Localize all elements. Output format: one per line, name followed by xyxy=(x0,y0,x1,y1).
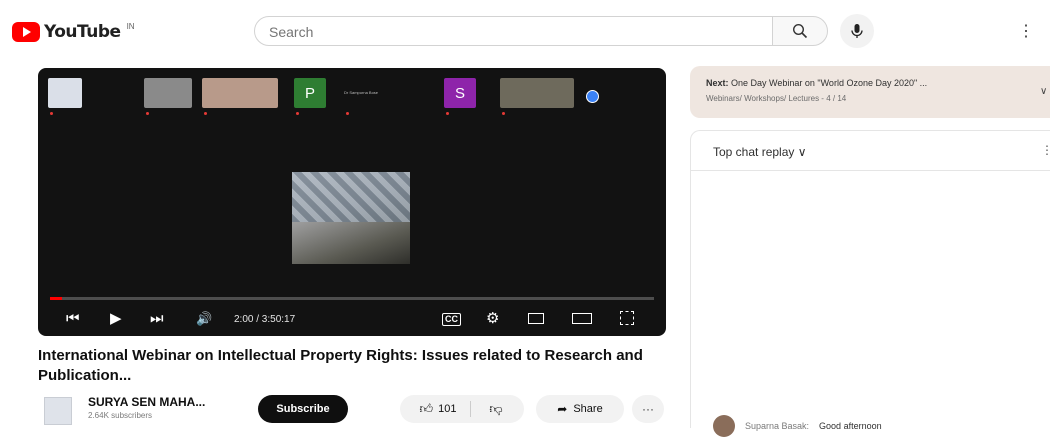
chat-header: Top chat replay ∨ ⋮ xyxy=(691,131,1050,171)
channel-avatar[interactable] xyxy=(44,397,72,425)
participant-tile xyxy=(48,78,82,108)
mic-muted-dot xyxy=(446,112,449,115)
divider xyxy=(470,401,471,417)
top-bar: YouTube IN ⋮ xyxy=(0,0,1050,60)
mic-muted-dot xyxy=(204,112,207,115)
region-code: IN xyxy=(126,21,135,31)
captions-icon[interactable]: CC xyxy=(442,313,461,326)
thumbs-up-icon: 👍︎ xyxy=(419,401,434,416)
more-options-icon[interactable]: ⋮ xyxy=(1016,20,1036,42)
time-display: 2:00 / 3:50:17 xyxy=(234,314,296,325)
progress-fill xyxy=(50,297,63,300)
chat-message: Suparna Basak: Good afternoon xyxy=(713,415,882,437)
chat-mode-dropdown[interactable]: Top chat replay ∨ xyxy=(713,145,807,159)
share-button[interactable]: ➦ Share xyxy=(536,395,624,423)
participant-tile xyxy=(500,78,574,108)
search-input[interactable] xyxy=(267,23,771,41)
chat-text: Good afternoon xyxy=(819,421,882,431)
youtube-logo[interactable]: YouTube IN xyxy=(12,22,135,42)
more-actions-button[interactable]: ··· xyxy=(632,395,664,423)
video-player[interactable]: P Dr Sampurna Bose S ⏮ ▶ ⏭ 🔊 2:00 / 3:50:1… xyxy=(38,68,666,336)
progress-bar[interactable] xyxy=(50,297,654,300)
player-controls: ⏮ ▶ ⏭ 🔊 2:00 / 3:50:17 CC ⚙ xyxy=(38,304,666,334)
volume-icon[interactable]: 🔊 xyxy=(196,310,212,328)
search-box[interactable] xyxy=(254,16,808,46)
channel-name[interactable]: SURYA SEN MAHA... xyxy=(88,395,205,409)
search-button[interactable] xyxy=(772,16,828,46)
chat-author-avatar xyxy=(713,415,735,437)
play-icon[interactable]: ▶ xyxy=(110,310,122,328)
voice-search-button[interactable] xyxy=(840,14,874,48)
microphone-icon xyxy=(851,24,863,38)
video-title: International Webinar on Intellectual Pr… xyxy=(38,347,643,384)
status-dot-icon xyxy=(586,90,599,103)
mic-muted-dot xyxy=(346,112,349,115)
thumbs-down-icon: 👎︎ xyxy=(489,401,503,416)
share-label: Share xyxy=(573,403,603,415)
subscriber-count: 2.64K subscribers xyxy=(88,411,153,420)
previous-icon[interactable]: ⏮ xyxy=(66,310,80,328)
next-video-line: Next: One Day Webinar on "World Ozone Da… xyxy=(706,78,927,88)
theater-mode-icon[interactable] xyxy=(572,313,592,324)
speaker-video xyxy=(292,172,410,264)
youtube-play-icon xyxy=(12,22,40,42)
like-button[interactable]: 👍︎ 101 xyxy=(406,395,470,423)
participant-name: Dr Sampurna Bose xyxy=(344,90,379,95)
chat-panel: Top chat replay ∨ ⋮ Suparna Basak: Good … xyxy=(690,130,1050,437)
search-icon xyxy=(792,23,808,39)
subscribe-button[interactable]: Subscribe xyxy=(258,395,348,423)
mic-muted-dot xyxy=(502,112,505,115)
chat-author: Suparna Basak: xyxy=(745,421,810,431)
fullscreen-icon[interactable] xyxy=(620,311,634,325)
mic-muted-dot xyxy=(296,112,299,115)
share-arrow-icon: ➦ xyxy=(557,402,568,416)
playlist-name: Webinars/ Workshops/ Lectures - 4 / 14 xyxy=(706,94,847,103)
logo-text: YouTube xyxy=(44,22,121,42)
next-label: Next: xyxy=(706,78,729,88)
next-icon[interactable]: ⏭ xyxy=(150,310,164,328)
miniplayer-icon[interactable] xyxy=(528,313,544,324)
participant-tile: S xyxy=(444,78,476,108)
next-in-playlist[interactable]: Next: One Day Webinar on "World Ozone Da… xyxy=(690,66,1050,118)
settings-gear-icon[interactable]: ⚙ xyxy=(486,310,499,328)
participant-tile xyxy=(144,78,192,108)
mic-muted-dot xyxy=(50,112,53,115)
chevron-down-icon[interactable]: ∨ xyxy=(1040,86,1047,97)
next-video-title: One Day Webinar on "World Ozone Day 2020… xyxy=(731,78,928,88)
participant-tile: P xyxy=(294,78,326,108)
mic-muted-dot xyxy=(146,112,149,115)
participant-tile xyxy=(202,78,278,108)
like-count: 101 xyxy=(438,403,457,415)
chat-menu-icon[interactable]: ⋮ xyxy=(1041,143,1050,157)
dislike-button[interactable]: 👎︎ xyxy=(474,395,518,423)
like-dislike-group: 👍︎ 101 👎︎ xyxy=(400,395,524,423)
